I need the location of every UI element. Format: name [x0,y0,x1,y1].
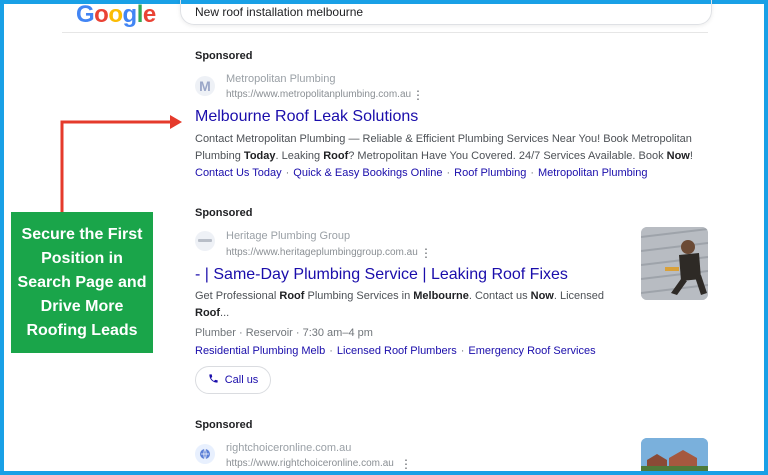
promo-callout: Secure the First Position in Search Page… [11,212,153,353]
promo-text: Secure the First Position in Search Page… [17,225,147,339]
